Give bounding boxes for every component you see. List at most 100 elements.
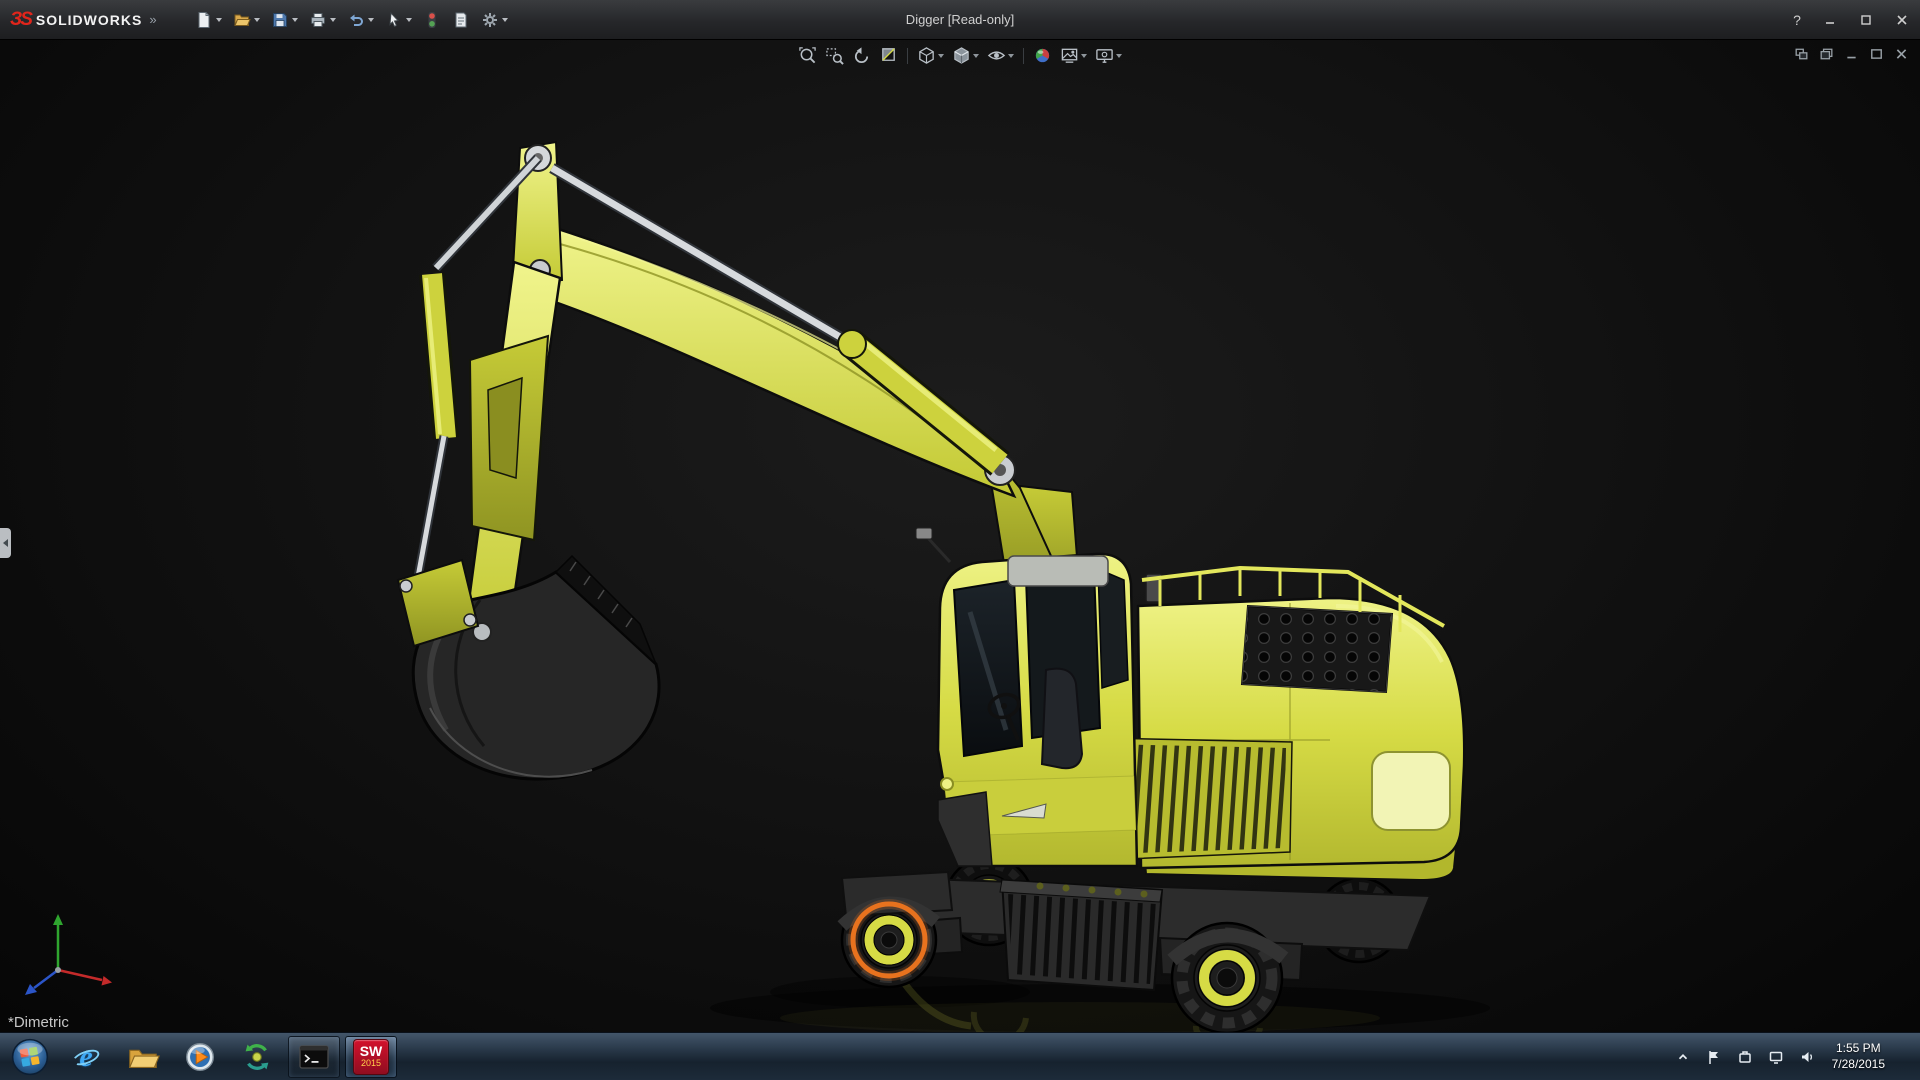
section-view-button[interactable] bbox=[876, 44, 901, 67]
start-button[interactable] bbox=[0, 1033, 60, 1080]
apply-scene-button[interactable] bbox=[1057, 44, 1090, 67]
roof-hatch bbox=[1007, 555, 1109, 587]
previous-view-icon bbox=[852, 46, 871, 65]
volume-icon[interactable] bbox=[1797, 1047, 1817, 1067]
options-button[interactable] bbox=[477, 8, 512, 32]
taskbar-internet-explorer[interactable]: e bbox=[60, 1036, 112, 1078]
zoom-to-area-button[interactable] bbox=[822, 44, 847, 67]
zoom-to-fit-button[interactable] bbox=[795, 44, 820, 67]
show-hidden-icons-button[interactable] bbox=[1673, 1047, 1693, 1067]
maximize-button[interactable] bbox=[1848, 0, 1884, 39]
dropdown-caret-icon[interactable] bbox=[367, 17, 374, 22]
dropdown-caret-icon[interactable] bbox=[1008, 53, 1014, 58]
rebuild-button[interactable] bbox=[419, 8, 445, 32]
undo-button[interactable] bbox=[343, 8, 378, 32]
reference-triad[interactable] bbox=[16, 906, 116, 1006]
taskbar-solidworks[interactable] bbox=[231, 1036, 283, 1078]
mirror bbox=[915, 527, 933, 540]
hide-show-items-icon bbox=[987, 46, 1006, 65]
hide-show-items-button[interactable] bbox=[984, 44, 1017, 67]
dropdown-caret-icon[interactable] bbox=[215, 17, 222, 22]
window-controls: ? bbox=[1782, 0, 1920, 39]
new-document-button[interactable] bbox=[191, 8, 226, 32]
display-icon[interactable] bbox=[1766, 1047, 1786, 1067]
windows-start-icon bbox=[11, 1038, 49, 1075]
maximize-window-button[interactable] bbox=[1868, 46, 1885, 61]
cab[interactable] bbox=[915, 527, 1139, 868]
solidworks-logo: ЗS SOLIDWORKS » bbox=[0, 9, 165, 31]
folder-icon bbox=[128, 1049, 160, 1068]
options-gear-icon bbox=[481, 11, 499, 29]
menu-expand-icon[interactable]: » bbox=[149, 12, 156, 27]
view-orientation-label: *Dimetric bbox=[8, 1014, 69, 1031]
toolbar-separator bbox=[1023, 47, 1024, 64]
quick-access-toolbar bbox=[191, 8, 512, 32]
tile-window-button[interactable] bbox=[1793, 46, 1810, 61]
engine-body[interactable] bbox=[1099, 565, 1466, 870]
taskbar-command-prompt[interactable] bbox=[288, 1035, 340, 1078]
save-button[interactable] bbox=[267, 8, 302, 32]
edit-appearance-icon bbox=[1033, 46, 1052, 65]
edit-appearance-button[interactable] bbox=[1030, 44, 1055, 67]
open-icon bbox=[233, 11, 251, 29]
taskbar-items: e SW 2015 bbox=[60, 1033, 397, 1080]
zoom-to-area-icon bbox=[825, 46, 844, 65]
help-button[interactable]: ? bbox=[1782, 0, 1812, 39]
minimize-window-button[interactable] bbox=[1843, 46, 1860, 61]
view-settings-icon bbox=[1095, 46, 1114, 65]
zoom-to-fit-icon bbox=[798, 46, 817, 65]
taskbar: e SW 2015 1:55 PM 7/28/2015 bbox=[0, 1032, 1920, 1080]
new-document-icon bbox=[195, 11, 213, 29]
titlebar: ЗS SOLIDWORKS » Digger [Read-only] ? bbox=[0, 0, 1920, 40]
dropdown-caret-icon[interactable] bbox=[1116, 53, 1122, 58]
file-properties-button[interactable] bbox=[448, 8, 474, 32]
view-settings-button[interactable] bbox=[1092, 44, 1125, 67]
media-player-icon bbox=[186, 1042, 214, 1071]
dropdown-caret-icon[interactable] bbox=[938, 53, 944, 58]
print-icon bbox=[309, 11, 327, 29]
graphics-area[interactable]: *Dimetric bbox=[0, 40, 1920, 1032]
dropdown-caret-icon[interactable] bbox=[405, 17, 412, 22]
solidworks-2015-icon: SW 2015 bbox=[353, 1038, 389, 1075]
taskbar-clock[interactable]: 1:55 PM 7/28/2015 bbox=[1828, 1041, 1893, 1072]
dropdown-caret-icon[interactable] bbox=[291, 17, 298, 22]
open-button[interactable] bbox=[229, 8, 264, 32]
engine-grille bbox=[1240, 604, 1394, 694]
close-button[interactable] bbox=[1884, 0, 1920, 39]
previous-view-button[interactable] bbox=[849, 44, 874, 67]
heads-up-view-toolbar bbox=[795, 44, 1125, 67]
display-style-icon bbox=[952, 46, 971, 65]
clock-date: 7/28/2015 bbox=[1831, 1056, 1885, 1071]
select-cursor-icon bbox=[385, 11, 403, 29]
dropdown-caret-icon[interactable] bbox=[253, 17, 260, 22]
taskbar-solidworks-2015[interactable]: SW 2015 bbox=[345, 1035, 397, 1078]
dropdown-caret-icon[interactable] bbox=[329, 17, 336, 22]
action-center-flag-icon[interactable] bbox=[1704, 1047, 1724, 1067]
system-tray: 1:55 PM 7/28/2015 bbox=[1673, 1033, 1920, 1080]
view-orientation-button[interactable] bbox=[914, 44, 947, 67]
dropdown-caret-icon[interactable] bbox=[501, 17, 508, 22]
rear-panel bbox=[1371, 751, 1451, 831]
toolbar-separator bbox=[907, 47, 908, 64]
display-style-button[interactable] bbox=[949, 44, 982, 67]
file-properties-icon bbox=[452, 11, 470, 29]
close-window-button[interactable] bbox=[1893, 46, 1910, 61]
print-button[interactable] bbox=[305, 8, 340, 32]
select-button[interactable] bbox=[381, 8, 416, 32]
digger-model[interactable] bbox=[0, 40, 1920, 1032]
undo-icon bbox=[347, 11, 365, 29]
brand-name: SOLIDWORKS bbox=[35, 11, 143, 28]
dropdown-caret-icon[interactable] bbox=[1081, 53, 1087, 58]
view-orientation-icon bbox=[917, 46, 936, 65]
restore-window-button[interactable] bbox=[1818, 46, 1835, 61]
device-icon[interactable] bbox=[1735, 1047, 1755, 1067]
clock-time: 1:55 PM bbox=[1835, 1040, 1881, 1055]
dropdown-caret-icon[interactable] bbox=[973, 53, 979, 58]
featuremanager-flyout-tab[interactable] bbox=[0, 528, 11, 558]
solidworks-window: ЗS SOLIDWORKS » Digger [Read-only] ? *Di… bbox=[0, 0, 1920, 1080]
taskbar-media-player[interactable] bbox=[174, 1036, 226, 1078]
minimize-button[interactable] bbox=[1812, 0, 1848, 39]
command-prompt-icon bbox=[299, 1044, 329, 1069]
save-icon bbox=[271, 11, 289, 29]
taskbar-windows-explorer[interactable] bbox=[117, 1036, 169, 1078]
